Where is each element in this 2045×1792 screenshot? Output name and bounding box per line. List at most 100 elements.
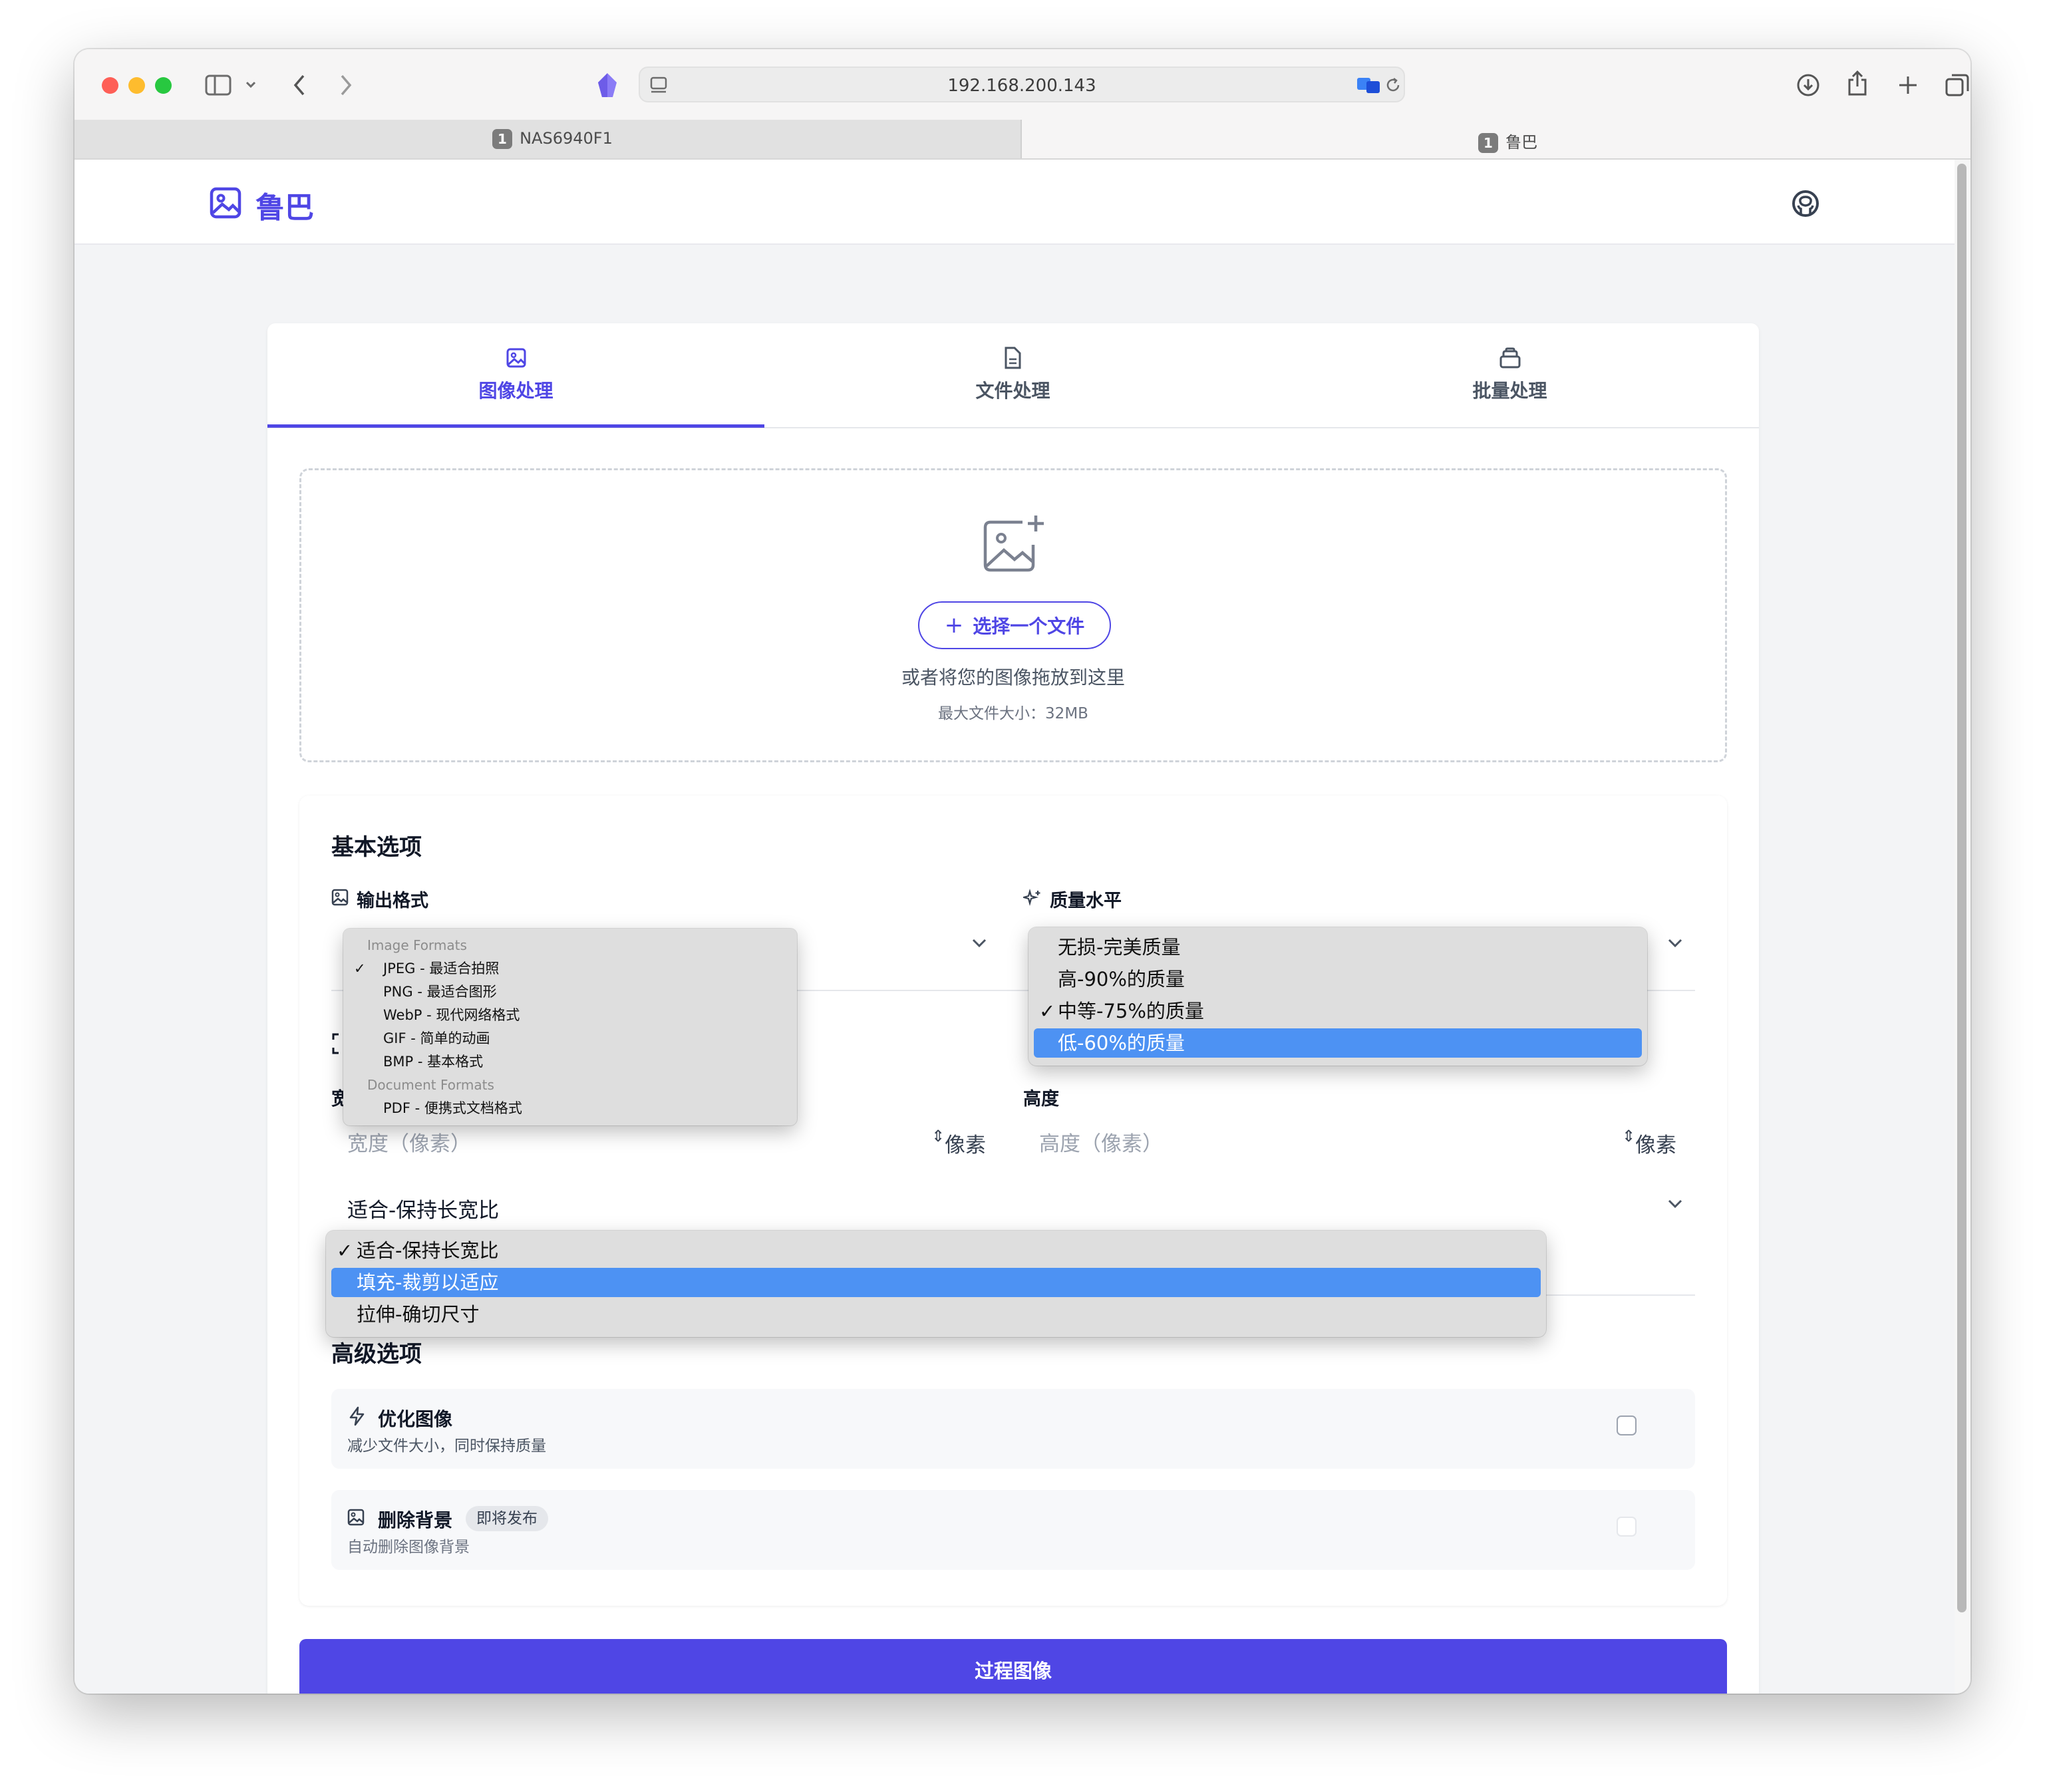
format-option-jpeg[interactable]: ✓ JPEG - 最适合拍照 xyxy=(346,957,794,980)
height-label: 高度 xyxy=(1023,1089,1059,1110)
format-option-gif[interactable]: GIF - 简单的动画 xyxy=(346,1027,794,1050)
option-label: PDF - 便携式文档格式 xyxy=(383,1100,522,1116)
url-text[interactable]: 192.168.200.143 xyxy=(640,76,1404,96)
option-label: 无损-完美质量 xyxy=(1058,936,1181,959)
remove-bg-desc: 自动删除图像背景 xyxy=(347,1539,470,1556)
resize-mode-value: 适合-保持长宽比 xyxy=(347,1199,500,1223)
downloads-icon[interactable] xyxy=(1796,73,1820,97)
advanced-options-title: 高级选项 xyxy=(331,1341,422,1368)
select-file-label: 选择一个文件 xyxy=(973,615,1085,637)
tab-label: 批量处理 xyxy=(1472,380,1547,402)
plus-icon: + xyxy=(944,612,964,639)
browser-tab-inactive[interactable]: 1 鲁巴 xyxy=(1022,120,1970,158)
height-input[interactable]: 高度（像素） ⇕ 像素 xyxy=(1023,1116,1695,1163)
quality-label: 质量水平 xyxy=(1050,891,1122,911)
option-label: JPEG - 最适合拍照 xyxy=(383,961,500,976)
resize-option-stretch[interactable]: 拉伸-确切尺寸 xyxy=(331,1300,1541,1329)
resize-option-fit[interactable]: ✓ 适合-保持长宽比 xyxy=(331,1236,1541,1265)
address-bar[interactable]: 192.168.200.143 xyxy=(639,67,1405,102)
resize-mode-select[interactable]: 适合-保持长宽比 xyxy=(331,1183,1695,1229)
layers-icon xyxy=(1499,347,1521,369)
check-icon: ✓ xyxy=(1039,1000,1056,1022)
width-unit: 像素 xyxy=(945,1133,986,1157)
select-file-button[interactable]: + 选择一个文件 xyxy=(918,601,1111,649)
zoom-window-button[interactable] xyxy=(155,77,172,94)
tab-label: 文件处理 xyxy=(975,380,1050,402)
minimize-window-button[interactable] xyxy=(128,77,145,94)
drop-zone[interactable]: + 选择一个文件 或者将您的图像拖放到这里 最大文件大小：32MB xyxy=(299,468,1727,762)
browser-tabbar: 1 NAS6940F1 × 1 鲁巴 xyxy=(75,120,1970,160)
tab-image-processing[interactable]: 图像处理 xyxy=(267,323,764,428)
scrollbar-thumb[interactable] xyxy=(1957,164,1966,1612)
forward-icon[interactable] xyxy=(338,73,354,97)
sidebar-toggle-icon[interactable] xyxy=(205,75,232,96)
tab-number-badge: 1 xyxy=(1478,133,1498,153)
coming-soon-badge: 即将发布 xyxy=(466,1506,548,1531)
format-option-pdf[interactable]: PDF - 便携式文档格式 xyxy=(346,1097,794,1120)
optimize-title: 优化图像 xyxy=(378,1408,453,1430)
option-label: 低-60%的质量 xyxy=(1058,1032,1185,1054)
site-favicon-icon xyxy=(598,73,617,97)
image-icon xyxy=(210,187,241,219)
chevron-down-icon xyxy=(1668,1199,1682,1209)
tab-file-processing[interactable]: 文件处理 xyxy=(764,323,1261,428)
option-label: 适合-保持长宽比 xyxy=(357,1239,499,1262)
brand-title[interactable]: 鲁巴 xyxy=(255,184,314,226)
add-image-icon xyxy=(983,516,1044,572)
options-panel: 基本选项 输出格式 质量水平 宽 高度 宽度（像素） ⇕ 像素 高度（像素） ⇕… xyxy=(299,796,1727,1606)
chevron-down-icon[interactable] xyxy=(245,80,257,89)
output-format-label: 输出格式 xyxy=(357,891,428,911)
tab-batch-processing[interactable]: 批量处理 xyxy=(1261,323,1758,428)
remove-bg-checkbox xyxy=(1617,1517,1637,1537)
height-placeholder: 高度（像素） xyxy=(1039,1132,1163,1156)
sparkles-icon xyxy=(1023,889,1040,907)
option-label: WebP - 现代网络格式 xyxy=(383,1007,520,1023)
optimize-desc: 减少文件大小，同时保持质量 xyxy=(347,1437,546,1455)
process-image-button[interactable]: 过程图像 xyxy=(299,1639,1727,1694)
height-unit: 像素 xyxy=(1635,1133,1676,1157)
option-label: GIF - 简单的动画 xyxy=(383,1030,490,1046)
stepper-icon[interactable]: ⇕ xyxy=(931,1127,945,1145)
quality-popup: 无损-完美质量 高-90%的质量 ✓ 中等-75%的质量 低-60%的质量 xyxy=(1028,927,1647,1066)
github-icon[interactable] xyxy=(1791,189,1820,218)
option-label: PNG - 最适合图形 xyxy=(383,984,497,1000)
tab-number-badge: 1 xyxy=(492,129,512,149)
close-window-button[interactable] xyxy=(102,77,118,94)
tab-overview-icon[interactable] xyxy=(1945,73,1969,97)
browser-window: 192.168.200.143 1 NAS6940F1 1 鲁巴 鲁巴 图像处理… xyxy=(75,49,1970,1694)
optimize-image-option[interactable]: 优化图像 减少文件大小，同时保持质量 xyxy=(331,1389,1695,1469)
browser-tab-active[interactable]: 1 NAS6940F1 xyxy=(75,120,1022,158)
share-icon[interactable] xyxy=(1847,69,1868,97)
quality-option-high[interactable]: 高-90%的质量 xyxy=(1034,965,1642,994)
active-tab-indicator xyxy=(267,424,764,428)
browser-titlebar: 192.168.200.143 xyxy=(75,49,1970,120)
basic-options-title: 基本选项 xyxy=(331,834,422,861)
page-viewport: 鲁巴 图像处理 文件处理 批量处理 + 选择一个文件 或者将您的图像拖放到这里 … xyxy=(75,160,1970,1694)
optimize-checkbox[interactable] xyxy=(1617,1416,1637,1435)
format-option-bmp[interactable]: BMP - 基本格式 xyxy=(346,1050,794,1074)
quality-option-lossless[interactable]: 无损-完美质量 xyxy=(1034,933,1642,962)
option-label: 高-90%的质量 xyxy=(1058,968,1185,990)
format-option-webp[interactable]: WebP - 现代网络格式 xyxy=(346,1004,794,1027)
option-label: 填充-裁剪以适应 xyxy=(357,1271,499,1294)
reload-icon[interactable] xyxy=(1384,76,1402,94)
image-icon xyxy=(347,1509,365,1526)
tab-label: 图像处理 xyxy=(478,380,553,402)
format-option-png[interactable]: PNG - 最适合图形 xyxy=(346,980,794,1004)
stepper-icon[interactable]: ⇕ xyxy=(1622,1127,1635,1145)
image-icon xyxy=(331,889,349,906)
site-header: 鲁巴 xyxy=(75,160,1955,245)
back-icon[interactable] xyxy=(291,73,307,97)
quality-option-low[interactable]: 低-60%的质量 xyxy=(1034,1028,1642,1058)
zap-icon xyxy=(349,1406,365,1426)
output-format-popup: Image Formats ✓ JPEG - 最适合拍照 PNG - 最适合图形… xyxy=(343,929,797,1125)
chevron-down-icon xyxy=(972,939,987,948)
resize-mode-popup: ✓ 适合-保持长宽比 填充-裁剪以适应 拉伸-确切尺寸 xyxy=(326,1231,1546,1337)
quality-option-medium[interactable]: ✓ 中等-75%的质量 xyxy=(1034,996,1642,1026)
check-icon: ✓ xyxy=(354,961,366,976)
tool-tabs: 图像处理 文件处理 批量处理 xyxy=(267,323,1759,428)
option-group-label: Image Formats xyxy=(367,937,467,953)
resize-option-fill[interactable]: 填充-裁剪以适应 xyxy=(331,1268,1541,1297)
new-tab-icon[interactable] xyxy=(1897,75,1919,96)
translate-icon[interactable] xyxy=(1356,76,1381,94)
